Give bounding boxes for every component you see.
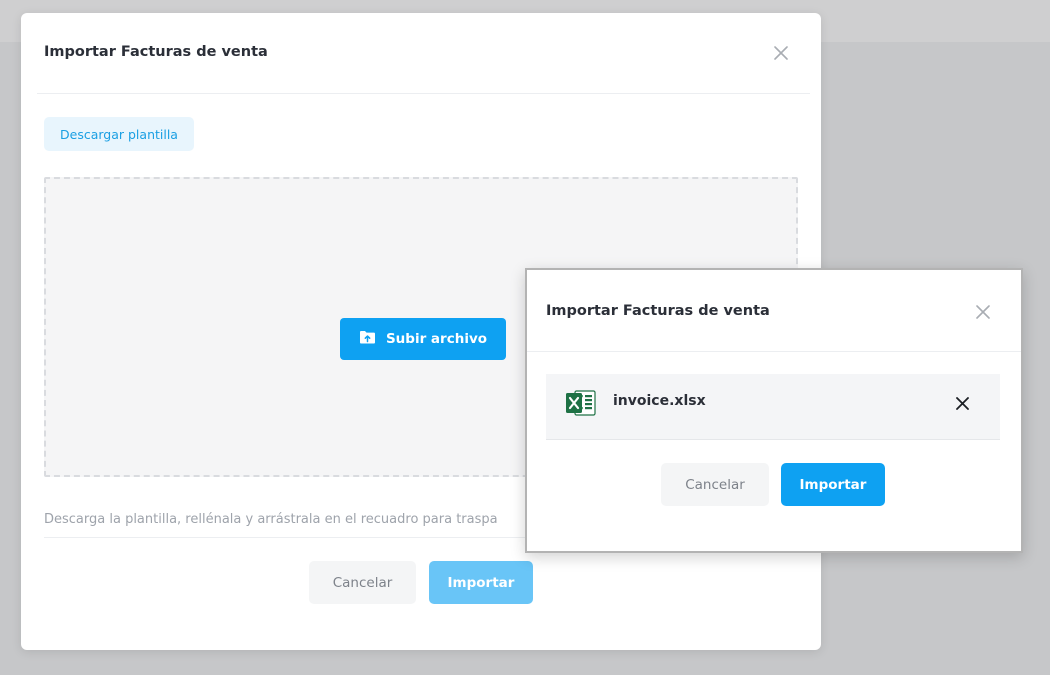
- file-name: invoice.xlsx: [613, 393, 706, 409]
- modal-title: Importar Facturas de venta: [44, 44, 268, 60]
- cancel-button[interactable]: Cancelar: [661, 463, 769, 506]
- modal-title: Importar Facturas de venta: [546, 303, 770, 319]
- header-divider: [527, 351, 1021, 352]
- close-icon[interactable]: [973, 302, 993, 322]
- import-button[interactable]: Importar: [781, 463, 885, 506]
- excel-file-icon: [566, 389, 596, 417]
- import-invoices-modal-file-selected: Importar Facturas de venta invoice.xlsx: [525, 268, 1023, 553]
- remove-file-close-icon[interactable]: [953, 394, 971, 412]
- selected-file-row: invoice.xlsx: [546, 374, 1000, 440]
- close-icon[interactable]: [771, 43, 791, 63]
- helper-text: Descarga la plantilla, rellénala y arrás…: [44, 512, 498, 527]
- folder-upload-icon: [359, 330, 376, 348]
- header-divider: [37, 93, 810, 94]
- cancel-button[interactable]: Cancelar: [309, 561, 416, 604]
- import-button-disabled[interactable]: Importar: [429, 561, 533, 604]
- download-template-button[interactable]: Descargar plantilla: [44, 117, 194, 151]
- upload-file-label: Subir archivo: [385, 331, 488, 347]
- upload-file-button[interactable]: Subir archivo: [340, 318, 506, 360]
